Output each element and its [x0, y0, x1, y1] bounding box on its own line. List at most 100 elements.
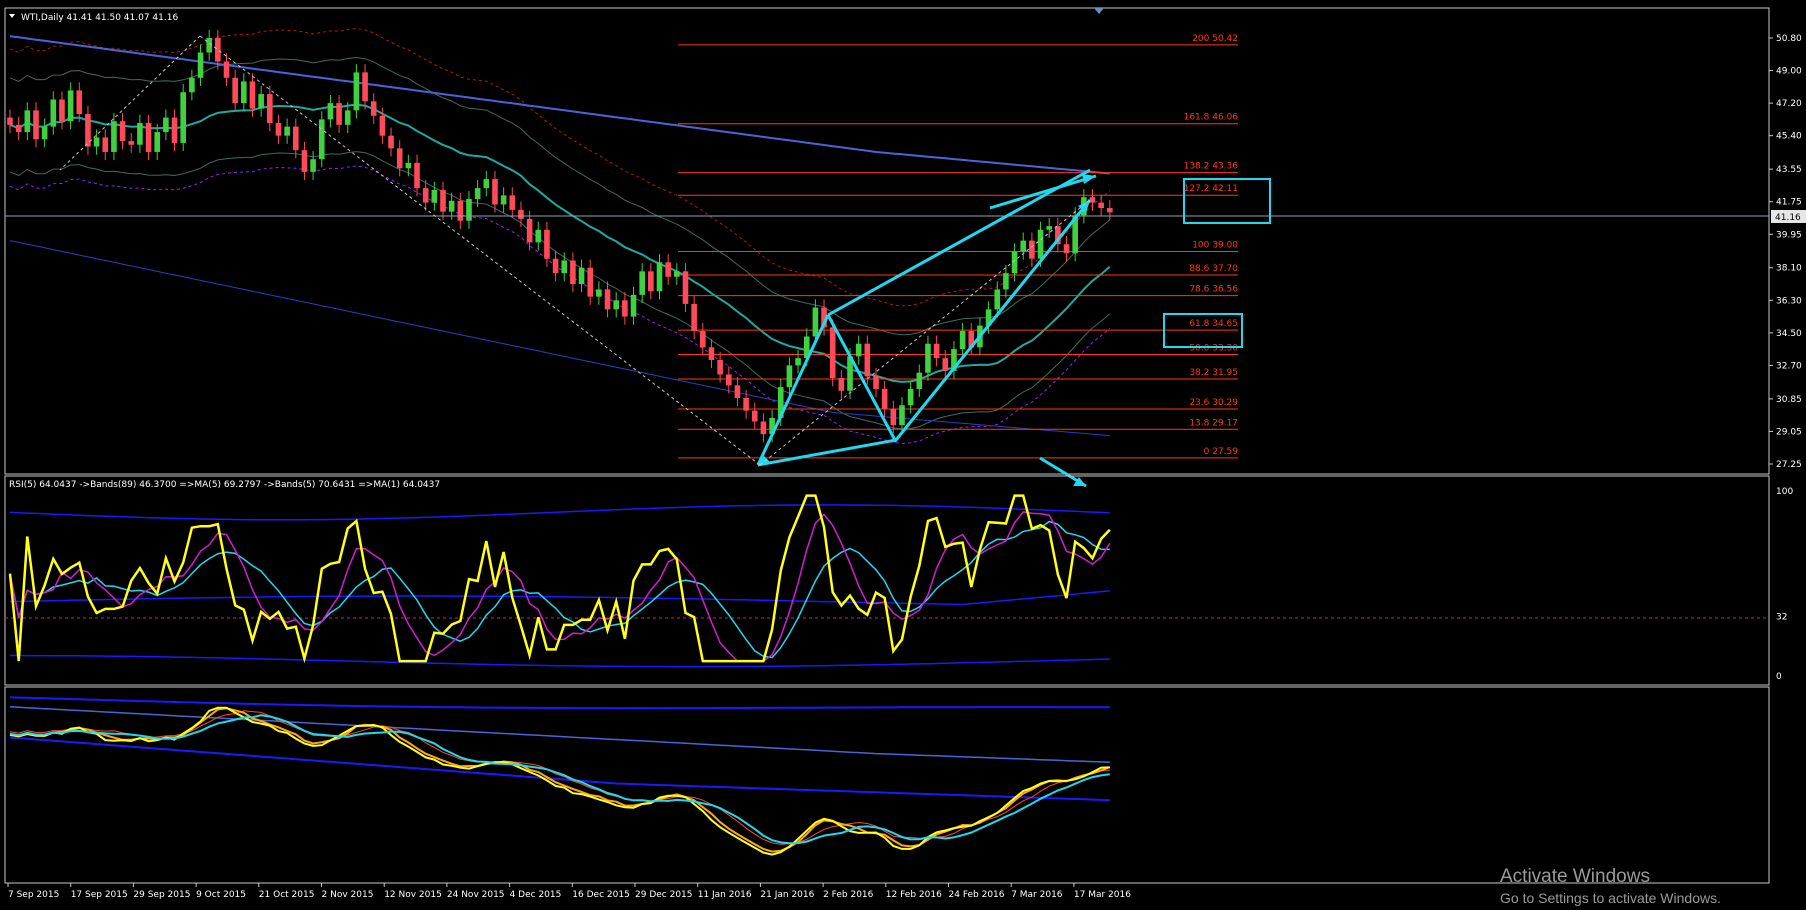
candle-body	[691, 303, 697, 332]
rsi-axis: 100 32 0	[1776, 487, 1793, 682]
candle-body	[743, 397, 749, 411]
candle-body	[67, 90, 74, 122]
time-axis-label: 24 Feb 2016	[949, 890, 1005, 900]
candle-body	[197, 52, 204, 78]
time-axis-label: 16 Dec 2015	[572, 890, 630, 900]
collapse-arrow-icon[interactable]	[9, 14, 15, 18]
osc-long-ma-line	[9, 706, 1110, 764]
wave-segment	[757, 438, 897, 467]
candle-body	[786, 365, 793, 388]
time-axis-label: 7 Sep 2015	[8, 890, 59, 900]
candle-body	[292, 126, 299, 151]
price-panel[interactable]: 200 50.42 161.8 46.06 138.2 43.36 127.2 42.…	[4, 7, 1806, 488]
trading-chart[interactable]: 200 50.42 161.8 46.06 138.2 43.36 127.2 42.…	[0, 0, 1806, 910]
candle-body	[370, 101, 377, 116]
candle-body	[812, 307, 819, 337]
candle-body	[362, 72, 368, 102]
candle-body	[180, 92, 186, 143]
fib-label: 88.6 37.70	[1189, 264, 1238, 274]
price-axis-label: 43.55	[1776, 165, 1802, 175]
candle-body	[189, 77, 195, 93]
candle-body	[327, 103, 334, 120]
lower-blue-line	[9, 240, 1110, 437]
candle-body	[1046, 226, 1052, 230]
wave-annotations	[59, 35, 1097, 488]
candle-body	[76, 90, 83, 114]
period-separator-marker-icon	[1094, 8, 1104, 14]
fib-label: 13.8 29.17	[1189, 418, 1238, 428]
candle-body	[1029, 240, 1035, 259]
candle-body	[925, 343, 931, 373]
candle-body	[474, 188, 481, 199]
candle-body	[630, 294, 637, 317]
fib-label: 0 27.59	[1204, 447, 1239, 457]
symbol-label: WTI,Daily 41.41 41.50 41.07 41.16	[21, 13, 178, 23]
candle-body	[93, 137, 100, 147]
rsi-lower-band-line	[10, 654, 1110, 668]
candle-body	[284, 126, 290, 136]
rsi-indicator-lines	[8, 494, 1111, 668]
candle-body	[942, 358, 949, 371]
candle-body	[353, 72, 360, 111]
candle-body	[526, 218, 533, 243]
oscillator-panel[interactable]	[4, 686, 1770, 884]
candle-body	[492, 179, 498, 205]
candle-body	[258, 94, 264, 109]
price-axis-label: 41.75	[1776, 198, 1802, 208]
candle-body	[145, 123, 152, 152]
candle-body	[223, 61, 230, 78]
candle-body	[708, 347, 715, 360]
candle-body	[41, 126, 48, 140]
candle-body	[414, 162, 420, 189]
candle-body	[249, 81, 256, 109]
candle-body	[561, 260, 568, 274]
candle-body	[171, 117, 178, 143]
long-ma-blue-line	[9, 35, 1110, 175]
candlesticks	[7, 29, 1113, 443]
candle-body	[15, 124, 22, 133]
candle-body	[1107, 208, 1113, 213]
candle-body	[578, 267, 585, 285]
rsi-upper-band-line	[9, 504, 1110, 521]
candle-body	[310, 159, 316, 172]
candle-body	[448, 200, 455, 212]
candle-body	[622, 300, 628, 317]
band-lower-line	[9, 151, 1111, 430]
time-axis-label: 11 Jan 2016	[698, 890, 752, 900]
time-axis-label: 12 Nov 2015	[384, 890, 442, 900]
fib-label: 200 50.42	[1192, 34, 1238, 44]
candle-body	[466, 198, 472, 221]
candle-body	[725, 374, 732, 386]
candle-body	[379, 115, 386, 136]
time-axis-label: 7 Mar 2016	[1011, 890, 1063, 900]
activate-windows-subtitle: Go to Settings to activate Windows.	[1500, 890, 1721, 906]
candle-body	[500, 195, 507, 205]
candle-body	[7, 117, 13, 125]
candle-body	[431, 189, 438, 203]
time-axis-label: 24 Nov 2015	[447, 890, 505, 900]
candle-body	[881, 388, 888, 409]
time-axis: 7 Sep 2015 17 Sep 2015 29 Sep 2015 9 Oct 20…	[7, 883, 1131, 900]
price-axis-label: 49.00	[1776, 67, 1802, 77]
candle-body	[163, 117, 169, 133]
activate-windows-title: Activate Windows	[1500, 866, 1650, 887]
rsi-panel[interactable]: RSI(5) 64.0437 ->Bands(89) 46.3700 =>MA(…	[4, 475, 1793, 686]
time-axis-label: 2 Nov 2015	[322, 890, 374, 900]
candle-body	[535, 229, 542, 243]
price-axis-label: 27.25	[1776, 460, 1802, 470]
candle-body	[855, 343, 862, 357]
candle-body	[344, 110, 351, 125]
candle-body	[422, 188, 429, 203]
candle-body	[275, 123, 282, 136]
candle-body	[267, 94, 273, 124]
candle-body	[137, 123, 143, 145]
osc-upper-band-line	[9, 696, 1110, 710]
candle-body	[405, 162, 412, 169]
candle-body	[682, 271, 689, 304]
candle-body	[751, 410, 758, 422]
rsi-label: RSI(5) 64.0437 ->Bands(89) 46.3700 =>MA(…	[9, 480, 440, 490]
candle-body	[587, 267, 594, 297]
rsi-axis-label: 32	[1776, 612, 1787, 622]
osc-red-line	[9, 710, 1110, 845]
candle-body	[24, 110, 31, 133]
